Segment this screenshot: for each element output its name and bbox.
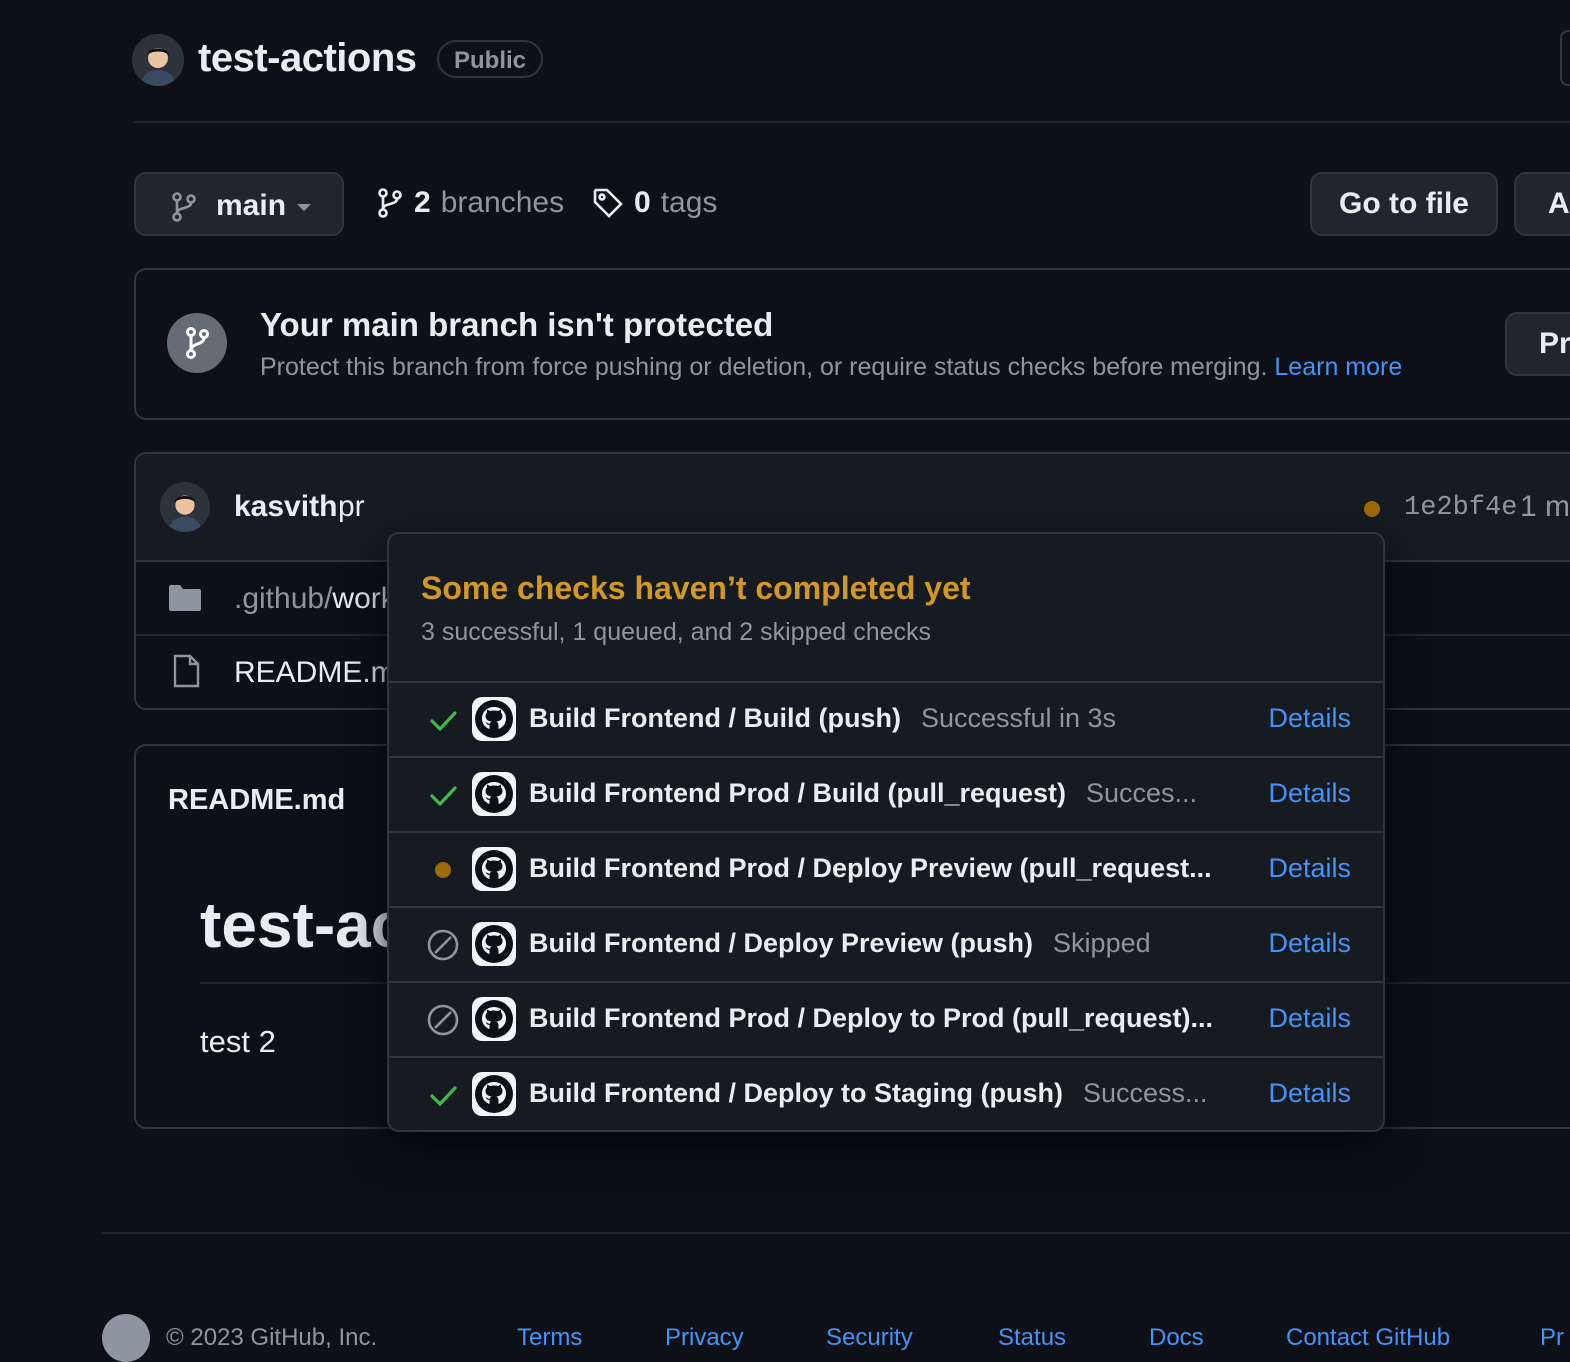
check-details-link[interactable]: Details bbox=[1268, 703, 1351, 734]
footer-divider bbox=[102, 1232, 1570, 1234]
visibility-badge: Public bbox=[437, 40, 544, 78]
check-name-text: Build Frontend / Deploy Preview (push) bbox=[529, 928, 1034, 958]
chevron-down-icon bbox=[296, 203, 312, 213]
learn-more-link[interactable]: Learn more bbox=[1274, 353, 1402, 381]
check-skipped-icon bbox=[427, 929, 459, 961]
git-branch-icon bbox=[170, 191, 198, 223]
current-branch-label: main bbox=[216, 189, 287, 222]
github-actions-icon bbox=[472, 772, 516, 816]
readme-filename[interactable]: README.md bbox=[168, 784, 345, 817]
check-name-text: Build Frontend Prod / Deploy to Prod (pu… bbox=[529, 1003, 1214, 1033]
protection-description: Protect this branch from force pushing o… bbox=[260, 353, 1402, 382]
commit-time: 1 mi bbox=[1520, 490, 1570, 523]
check-name: Build Frontend Prod / Build (pull_reques… bbox=[529, 778, 1197, 809]
tag-icon bbox=[592, 187, 624, 219]
file-name[interactable]: .github/work bbox=[234, 582, 396, 616]
check-name-text: Build Frontend Prod / Deploy Preview (pu… bbox=[529, 853, 1212, 883]
check-name: Build Frontend / Deploy to Staging (push… bbox=[529, 1078, 1208, 1109]
protection-title: Your main branch isn't protected bbox=[260, 306, 774, 343]
file-path-name: README.mc bbox=[234, 656, 411, 689]
check-skipped-icon bbox=[427, 1004, 459, 1036]
check-success-icon bbox=[427, 704, 459, 736]
github-logo-icon[interactable] bbox=[102, 1314, 150, 1362]
repo-name[interactable]: test-actions bbox=[198, 36, 417, 81]
branches-count: 2 bbox=[414, 186, 431, 219]
check-name: Build Frontend Prod / Deploy Preview (pu… bbox=[529, 853, 1212, 884]
check-details-link[interactable]: Details bbox=[1268, 778, 1351, 809]
check-name-text: Build Frontend / Build (push) bbox=[529, 703, 901, 733]
file-path-prefix: .github/ bbox=[234, 582, 333, 615]
check-row[interactable]: Build Frontend Prod / Deploy Preview (pu… bbox=[389, 831, 1383, 908]
tags-link[interactable]: 0 tags bbox=[592, 186, 717, 220]
checks-summary: 3 successful, 1 queued, and 2 skipped ch… bbox=[421, 618, 932, 646]
check-details-link[interactable]: Details bbox=[1268, 1003, 1351, 1034]
check-status-text: Successful in 3s bbox=[920, 703, 1117, 733]
commit-message[interactable]: pr bbox=[338, 490, 365, 524]
repo-owner-avatar[interactable] bbox=[132, 34, 184, 86]
readme-heading: test-ac bbox=[200, 889, 407, 961]
check-details-link[interactable]: Details bbox=[1268, 1078, 1351, 1109]
footer-link-status[interactable]: Status bbox=[998, 1324, 1066, 1352]
readme-paragraph: test 2 bbox=[200, 1024, 276, 1059]
branch-protection-icon bbox=[167, 313, 227, 373]
check-status-text: Success... bbox=[1082, 1078, 1208, 1108]
footer-link-privacy[interactable]: Privacy bbox=[665, 1324, 744, 1352]
go-to-file-button[interactable]: Go to file bbox=[1310, 172, 1498, 236]
file-name[interactable]: README.mc bbox=[234, 656, 411, 690]
branches-label: branches bbox=[440, 186, 565, 219]
check-row[interactable]: Build Frontend Prod / Build (pull_reques… bbox=[389, 756, 1383, 833]
commit-status-dot[interactable] bbox=[1364, 501, 1380, 517]
check-name: Build Frontend / Build (push) Successful … bbox=[529, 703, 1116, 734]
protection-description-text: Protect this branch from force pushing o… bbox=[260, 353, 1268, 381]
check-name-text: Build Frontend Prod / Build (pull_reques… bbox=[529, 778, 1066, 808]
tags-count: 0 bbox=[634, 186, 651, 219]
check-name: Build Frontend Prod / Deploy to Prod (pu… bbox=[529, 1003, 1213, 1034]
check-status-text: Skipped bbox=[1053, 928, 1151, 958]
add-file-button[interactable]: A bbox=[1514, 172, 1570, 236]
check-name-text: Build Frontend / Deploy to Staging (push… bbox=[529, 1078, 1063, 1108]
github-actions-icon bbox=[472, 997, 516, 1041]
folder-icon bbox=[168, 584, 202, 612]
check-row[interactable]: Build Frontend Prod / Deploy to Prod (pu… bbox=[389, 981, 1383, 1058]
footer-link-terms[interactable]: Terms bbox=[517, 1324, 582, 1352]
header-action-button[interactable] bbox=[1560, 30, 1570, 86]
check-name: Build Frontend / Deploy Preview (push) Sk… bbox=[529, 928, 1151, 959]
check-row[interactable]: Build Frontend / Build (push) Successful … bbox=[389, 681, 1383, 758]
github-actions-icon bbox=[472, 922, 516, 966]
file-icon bbox=[172, 654, 200, 688]
checks-title: Some checks haven’t completed yet bbox=[421, 570, 971, 606]
check-row[interactable]: Build Frontend / Deploy to Staging (push… bbox=[389, 1056, 1383, 1130]
commit-sha[interactable]: 1e2bf4e bbox=[1404, 493, 1517, 523]
header-divider bbox=[134, 121, 1570, 123]
check-row[interactable]: Build Frontend / Deploy Preview (push) Sk… bbox=[389, 906, 1383, 983]
commit-author[interactable]: kasvith bbox=[234, 490, 337, 524]
tags-label: tags bbox=[660, 186, 718, 219]
commit-author-avatar[interactable] bbox=[160, 482, 210, 532]
checks-popover: Some checks haven’t completed yet 3 succ… bbox=[387, 532, 1385, 1132]
check-status-text: Succes... bbox=[1085, 778, 1198, 808]
footer-link-docs[interactable]: Docs bbox=[1149, 1324, 1204, 1352]
footer-copyright: © 2023 GitHub, Inc. bbox=[166, 1324, 378, 1351]
check-details-link[interactable]: Details bbox=[1268, 853, 1351, 884]
git-branch-icon bbox=[376, 187, 404, 219]
github-actions-icon bbox=[472, 1072, 516, 1116]
github-actions-icon bbox=[472, 697, 516, 741]
footer-link-contact[interactable]: Contact GitHub bbox=[1286, 1324, 1450, 1352]
footer-link-pricing[interactable]: Pr bbox=[1540, 1324, 1564, 1352]
protect-branch-button[interactable]: Pr bbox=[1505, 312, 1570, 376]
github-actions-icon bbox=[472, 847, 516, 891]
branch-protection-banner bbox=[134, 268, 1570, 420]
branch-selector-button[interactable]: main bbox=[134, 172, 344, 236]
check-details-link[interactable]: Details bbox=[1268, 928, 1351, 959]
branches-link[interactable]: 2 branches bbox=[376, 186, 564, 220]
check-success-icon bbox=[427, 1079, 459, 1111]
check-success-icon bbox=[427, 779, 459, 811]
check-queued-icon bbox=[427, 854, 459, 886]
footer-link-security[interactable]: Security bbox=[826, 1324, 913, 1352]
